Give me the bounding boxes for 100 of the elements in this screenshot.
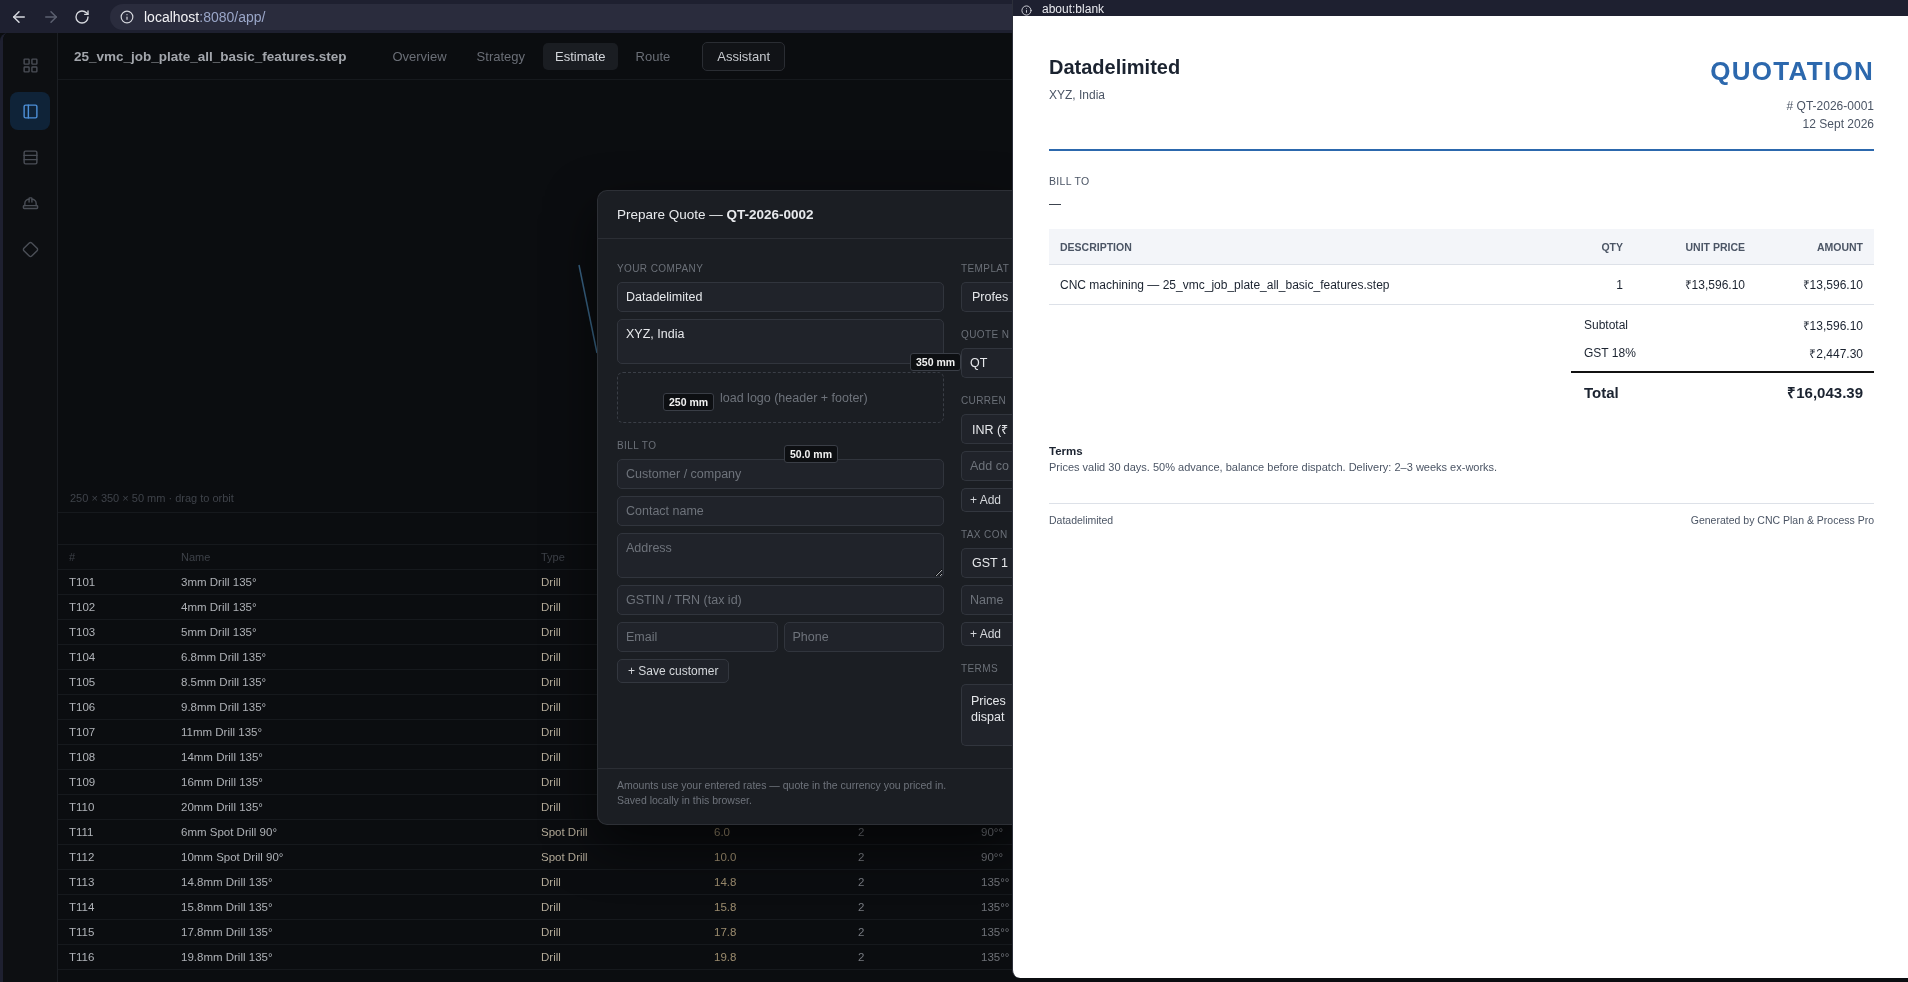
input-field[interactable]: QT — [961, 348, 1012, 378]
save-customer-button[interactable]: + Save customer — [617, 659, 730, 683]
table-cell: Drill — [541, 751, 561, 763]
terms-text: Prices valid 30 days. 50% advance, balance before dispatch. Delivery: 2–3 weeks ex-works. — [1049, 461, 1498, 473]
table-cell: 10.0 — [714, 851, 737, 863]
table-cell: 6mm Spot Drill 90° — [181, 826, 277, 838]
select-field[interactable]: GST 1 — [961, 548, 1012, 578]
dimension-label: 250 mm — [663, 393, 715, 411]
table-cell: 135°° — [981, 951, 1010, 963]
table-cell: 16mm Drill 135° — [181, 776, 263, 788]
table-cell: T113 — [69, 876, 95, 888]
table-cell: Drill — [541, 726, 561, 738]
table-cell: 20mm Drill 135° — [181, 801, 263, 813]
table-cell: T106 — [69, 701, 96, 713]
table-cell: T102 — [69, 601, 96, 613]
info-icon[interactable] — [120, 9, 134, 24]
table-cell: T107 — [69, 726, 96, 738]
document-heading: QUOTATION — [1710, 56, 1874, 87]
table-cell: 2 — [858, 826, 865, 838]
reload-icon[interactable] — [74, 8, 90, 25]
table-cell: T114 — [69, 901, 95, 913]
table-cell: 14.8 — [714, 876, 737, 888]
panel-icon[interactable] — [10, 92, 50, 130]
table-cell: 90°° — [981, 851, 1003, 863]
table-cell-text: 1 — [1615, 277, 1623, 292]
table-cell: T103 — [69, 626, 96, 638]
table-cell: T104 — [69, 651, 96, 663]
table-cell: 9.8mm Drill 135° — [181, 701, 267, 713]
field-label: TEMPLAT — [961, 263, 1011, 275]
tax-id-field[interactable]: GSTIN / TRN (tax id) — [617, 585, 944, 615]
field-label: TAX CON — [961, 529, 1009, 541]
table-cell: 10mm Spot Drill 90° — [181, 851, 284, 863]
table-cell: 2 — [858, 926, 865, 938]
footer-credit: Generated by CNC Plan & Process Pro — [1690, 514, 1874, 526]
table-cell: 135°° — [981, 901, 1010, 913]
table-cell: Spot Drill — [541, 826, 588, 838]
column-header: QTY — [1600, 240, 1623, 253]
summary-amount: ₹2,447.30 — [1809, 345, 1863, 362]
table-cell: Drill — [541, 601, 561, 613]
table-cell: 4mm Drill 135° — [181, 601, 257, 613]
add-button[interactable]: + Add — [961, 622, 1012, 646]
tab[interactable]: Overview — [380, 42, 459, 70]
phone-field[interactable]: Phone — [783, 622, 944, 652]
tab[interactable]: Route — [623, 42, 683, 70]
table-cell: T112 — [69, 851, 95, 863]
table-cell: Drill — [541, 776, 561, 788]
field-label: TERMS — [961, 663, 999, 675]
address-bar[interactable]: localhost:8080/app/ — [110, 3, 1012, 30]
footer-note: Saved locally in this browser. — [617, 794, 753, 806]
field-label: QUOTE N — [961, 329, 1011, 341]
quote-date: 12 Sept 2026 — [1802, 117, 1874, 131]
summary-label: GST 18% — [1584, 346, 1636, 360]
table-cell: 6.0 — [714, 826, 730, 838]
summary-label: Subtotal — [1584, 318, 1629, 332]
assistant-button[interactable]: Assistant — [702, 41, 786, 71]
company-name-field[interactable]: Datadelimited — [617, 282, 944, 312]
table-cell: Drill — [541, 901, 561, 913]
table-cell: Drill — [541, 651, 561, 663]
address-field[interactable]: Address — [617, 533, 944, 578]
table-cell: T111 — [69, 826, 94, 838]
column-header: # — [69, 551, 76, 563]
input-field[interactable]: Name — [961, 585, 1012, 615]
field-label: CURREN — [961, 395, 1008, 407]
table-cell: 135°° — [981, 926, 1010, 938]
column-header: AMOUNT — [1815, 240, 1863, 253]
table-cell: 2 — [858, 951, 865, 963]
table-cell: Drill — [541, 926, 561, 938]
table-cell: Drill — [541, 626, 561, 638]
table-cell: Drill — [541, 701, 561, 713]
customer-field[interactable]: Customer / company — [617, 459, 944, 489]
tab[interactable]: Strategy — [464, 42, 537, 70]
company-name: Datadelimited — [1049, 56, 1181, 79]
column-header: UNIT PRICE — [1684, 240, 1745, 253]
table-cell: Drill — [541, 801, 561, 813]
add-button[interactable]: + Add — [961, 488, 1012, 512]
bill-to-label: BILL TO — [1049, 175, 1090, 187]
total-label: Total — [1584, 383, 1619, 401]
email-field[interactable]: Email — [617, 622, 778, 652]
table-cell: T105 — [69, 676, 96, 688]
bill-to-value: — — [1049, 197, 1061, 211]
table-cell: 17.8 — [714, 926, 737, 938]
tab[interactable]: Estimate — [543, 42, 618, 70]
terms-field[interactable]: Prices dispat — [961, 684, 1012, 746]
file-name: 25_vmc_job_plate_all_basic_features.step — [74, 48, 347, 64]
table-cell: 19.8 — [714, 951, 737, 963]
contact-field[interactable]: Contact name — [617, 496, 944, 526]
table-cell: 6.8mm Drill 135° — [181, 651, 267, 663]
select-field[interactable]: INR (₹ — [961, 414, 1012, 444]
table-cell: T115 — [69, 926, 95, 938]
field-label: YOUR COMPANY — [617, 263, 705, 275]
select-field[interactable]: Profes — [961, 282, 1012, 312]
terms-title: Terms — [1049, 445, 1083, 457]
table-cell: 5mm Drill 135° — [181, 626, 257, 638]
table-cell: 14.8mm Drill 135° — [181, 876, 273, 888]
upload-hint: load logo (header + footer) — [720, 390, 868, 405]
input-field[interactable]: Add co — [961, 451, 1012, 481]
info-icon — [1021, 5, 1032, 16]
table-cell: 3mm Drill 135° — [181, 576, 257, 588]
table-cell: T101 — [69, 576, 96, 588]
table-cell: 15.8mm Drill 135° — [181, 901, 273, 913]
